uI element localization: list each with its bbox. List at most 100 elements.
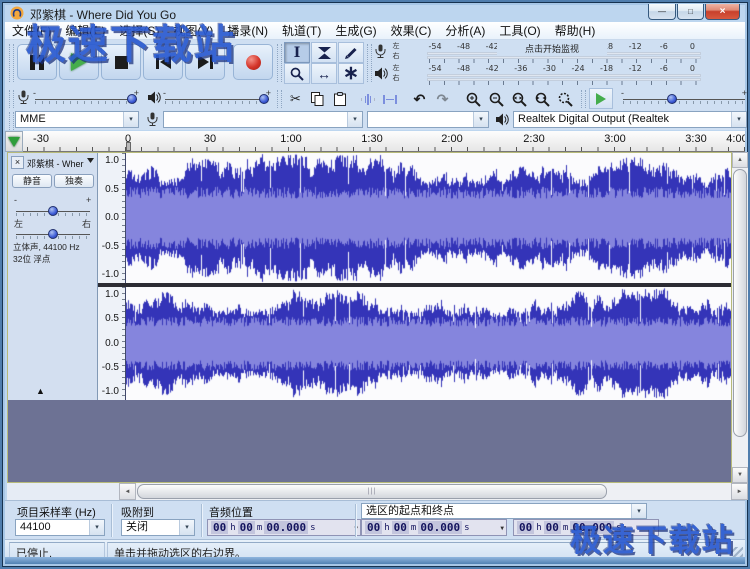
solo-button[interactable]: 独奏 <box>54 174 94 188</box>
fit-project-button[interactable] <box>532 89 553 109</box>
close-button[interactable]: × <box>705 4 740 20</box>
playback-speed-thumb[interactable] <box>667 94 677 104</box>
menu-item[interactable]: 分析(A) <box>438 22 492 39</box>
playback-device-select[interactable]: Realtek Digital Output (Realtek ▾ <box>513 111 747 128</box>
scroll-down-button[interactable]: ▼ <box>732 467 748 483</box>
meter-scale-label: -6 <box>659 64 668 73</box>
scroll-right-button[interactable]: ► <box>731 483 748 500</box>
playback-meter[interactable]: 左 右 -54 -48 -42 -36 -30 -24 -18 -12 -6 0 <box>371 64 749 85</box>
track-close-button[interactable]: × <box>11 156 24 169</box>
copy-button[interactable] <box>307 89 328 109</box>
zoom-out-button[interactable] <box>486 89 507 109</box>
cut-button[interactable]: ✂ <box>285 89 306 109</box>
timeline-ruler[interactable]: -30 0 30 1:00 1:30 2:00 2:30 3:00 3:30 4:00 <box>23 131 745 152</box>
timeline-pin-button[interactable] <box>5 131 23 152</box>
tracks-viewport[interactable]: × 邓紫棋 - Wher 静音 独奏 - + 左 右 立体声, 44100 Hz… <box>7 152 732 483</box>
track-name[interactable]: 邓紫棋 - Wher <box>27 157 84 170</box>
maximize-button[interactable]: □ <box>677 4 704 20</box>
record-button[interactable] <box>233 44 273 80</box>
pan-slider[interactable] <box>16 228 90 240</box>
mic-icon <box>147 112 158 127</box>
time-seg[interactable]: 00.000 <box>264 521 309 534</box>
time-seg[interactable]: 00 <box>517 521 535 534</box>
undo-button[interactable]: ↶ <box>409 89 430 109</box>
pan-slider-thumb[interactable] <box>48 229 58 239</box>
zoom-tool-button[interactable] <box>284 63 310 84</box>
vertical-ruler-right-channel[interactable]: 1.0 0.5 0.0 -0.5 -1.0 <box>98 287 126 400</box>
menu-item[interactable]: 效果(C) <box>384 22 439 39</box>
snap-to-select[interactable]: 关闭 ▾ <box>121 519 195 536</box>
time-seg[interactable]: 00 <box>237 521 255 534</box>
scroll-left-button[interactable]: ◄ <box>119 483 136 500</box>
spinner-icon[interactable]: ▼ <box>500 525 504 532</box>
time-unit: m <box>562 522 569 533</box>
recording-channels-select[interactable]: ▾ <box>367 111 489 128</box>
track-collapse-button[interactable]: ▲ <box>36 386 45 396</box>
time-seg[interactable]: 00 <box>391 521 409 534</box>
meter-scale-label: -36 <box>514 64 528 73</box>
track-menu-arrow-icon[interactable] <box>87 158 94 163</box>
zoom-toggle-button[interactable] <box>555 89 576 109</box>
selection-start-field[interactable]: 00 h 00 m 00.000 s ▼ <box>361 519 507 536</box>
horizontal-scrollbar-thumb[interactable]: ||| <box>137 484 607 499</box>
meter-bar-slot <box>427 74 701 77</box>
trim-audio-button[interactable] <box>357 89 378 109</box>
edit-toolbar-grip[interactable] <box>277 90 282 108</box>
monitor-hint-text[interactable]: 点击开始监视 <box>497 42 607 55</box>
recording-meter[interactable]: 左 右 -54-48-42-36-30-24-18-12-60点击开始监视 <box>371 42 749 63</box>
gain-plus-label: + <box>86 195 92 205</box>
recording-device-select[interactable]: ▾ <box>163 111 363 128</box>
meter-scale-label: -48 <box>457 42 471 51</box>
paste-button[interactable] <box>329 89 350 109</box>
time-seg[interactable]: 00 <box>543 521 561 534</box>
playback-volume-slider[interactable]: - + <box>163 88 271 106</box>
playback-speed-slider[interactable]: - + <box>621 88 747 106</box>
draw-tool-icon <box>344 46 358 60</box>
mixer-toolbar-grip[interactable] <box>9 90 14 108</box>
thumb-grip-icon: ||| <box>367 488 377 495</box>
selection-tool-button[interactable]: I <box>284 42 310 63</box>
pin-triangle-icon <box>8 136 20 147</box>
draw-tool-button[interactable] <box>338 42 364 63</box>
vertical-scrollbar-thumb[interactable] <box>733 169 747 437</box>
speed-toolbar-grip[interactable] <box>581 90 586 108</box>
play-at-speed-button[interactable] <box>589 88 613 109</box>
transport-toolbar-grip[interactable] <box>9 44 14 82</box>
tools-toolbar-grip[interactable] <box>277 44 282 82</box>
multi-tool-button[interactable]: ∗ <box>338 63 364 84</box>
audio-position-field[interactable]: 00h00m00.000s▼ <box>207 519 361 536</box>
playback-volume-thumb[interactable] <box>259 94 269 104</box>
waveform-right-channel[interactable] <box>126 287 731 400</box>
plus-label: + <box>741 88 747 98</box>
vertical-scrollbar[interactable]: ▲ ▼ <box>732 152 748 483</box>
minimize-button[interactable]: — <box>648 4 676 20</box>
menu-item[interactable]: 轨道(T) <box>275 22 328 39</box>
scroll-up-button[interactable]: ▲ <box>732 152 748 168</box>
horizontal-scrollbar[interactable]: ◄ ||| ► <box>7 483 748 500</box>
silence-audio-button[interactable] <box>379 89 400 109</box>
time-seg[interactable]: 00.000 <box>418 521 463 534</box>
mute-button[interactable]: 静音 <box>12 174 52 188</box>
waveform-left-channel[interactable] <box>126 153 731 283</box>
slider-line <box>165 99 269 100</box>
redo-button[interactable]: ↷ <box>432 89 453 109</box>
menu-item[interactable]: 生成(G) <box>328 22 383 39</box>
fit-project-icon <box>535 92 550 107</box>
audio-host-select[interactable]: MME ▾ <box>15 111 139 128</box>
device-toolbar-grip[interactable] <box>9 112 14 130</box>
gain-slider-thumb[interactable] <box>48 206 58 216</box>
menu-item[interactable]: 工具(O) <box>492 22 547 39</box>
multi-tool-icon: ∗ <box>343 62 359 84</box>
timeshift-tool-button[interactable]: ↔ <box>311 63 337 84</box>
fit-selection-button[interactable] <box>509 89 530 109</box>
gain-slider[interactable] <box>16 205 90 217</box>
vertical-ruler-left-channel[interactable]: 1.0 0.5 0.0 -0.5 -1.0 <box>98 153 126 283</box>
recording-volume-thumb[interactable] <box>127 94 137 104</box>
envelope-tool-button[interactable] <box>311 42 337 63</box>
menu-item[interactable]: 帮助(H) <box>548 22 603 39</box>
zoom-in-button[interactable] <box>463 89 484 109</box>
time-seg[interactable]: 00 <box>365 521 383 534</box>
project-rate-select[interactable]: 44100 ▾ <box>15 519 105 536</box>
time-seg[interactable]: 00 <box>211 521 229 534</box>
recording-volume-slider[interactable]: - + <box>33 88 139 106</box>
